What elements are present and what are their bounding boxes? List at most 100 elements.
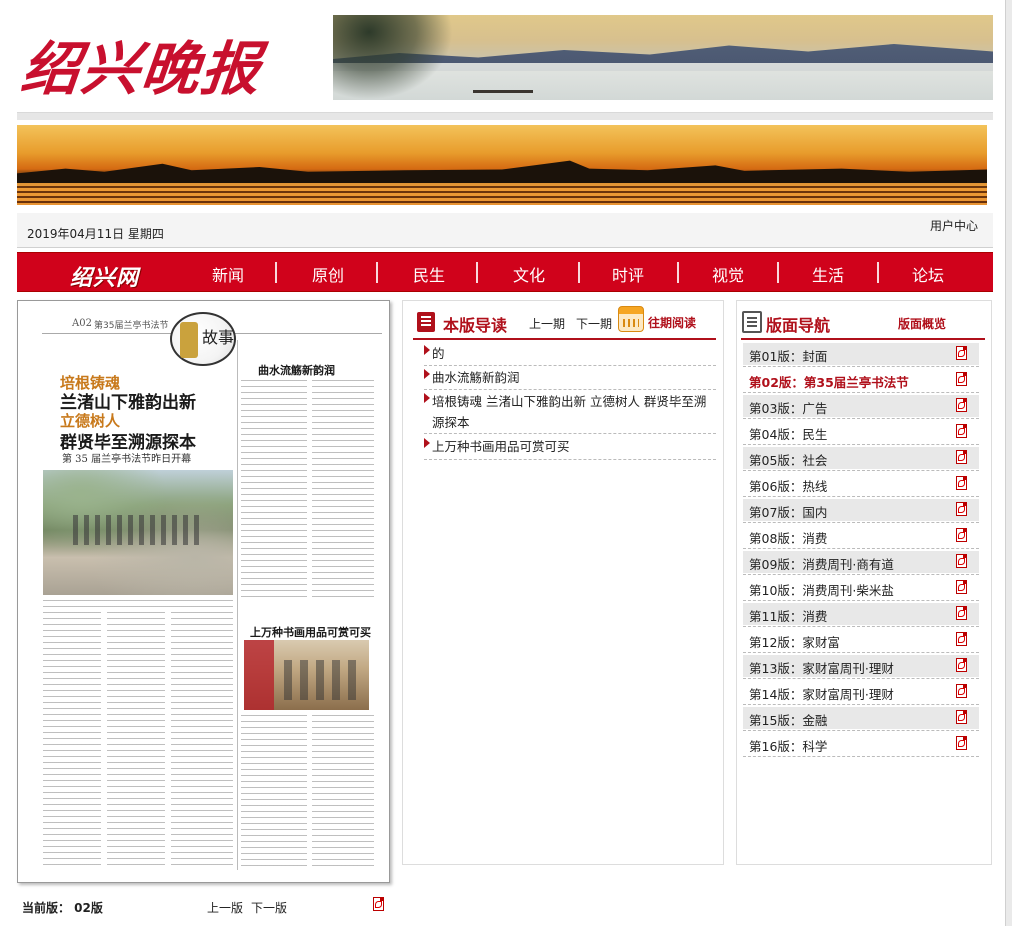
nav-item[interactable]: 视觉: [712, 262, 744, 286]
page-nav-item[interactable]: 第12版：家财富: [743, 629, 979, 651]
header-divider: [17, 112, 993, 120]
paper-column: [43, 612, 101, 870]
page-nav-label[interactable]: 第08版：消费: [749, 528, 827, 547]
page-list-icon: [742, 311, 762, 333]
page-nav-item[interactable]: 第08版：消费: [743, 525, 979, 547]
paper-story2-title: 曲水流觞新韵润: [258, 364, 335, 377]
nav-separator: [476, 262, 478, 283]
user-center-link[interactable]: 用户中心: [930, 217, 978, 234]
guide-article-link[interactable]: 的: [432, 343, 716, 364]
next-issue-link[interactable]: 下一期: [576, 315, 612, 332]
logo-text: 绍兴晚报: [17, 35, 266, 103]
nav-logo[interactable]: 绍兴网: [70, 260, 139, 292]
nav-item[interactable]: 新闻: [212, 262, 244, 286]
page-nav-label[interactable]: 第10版：消费周刊·柴米盐: [749, 580, 894, 599]
page-nav-divider: [743, 678, 979, 679]
nav-item[interactable]: 民生: [413, 262, 445, 286]
guide-article-link[interactable]: 培根铸魂 兰渚山下雅韵出新 立德树人 群贤毕至溯源探本: [432, 391, 716, 433]
page-nav-item[interactable]: 第05版：社会: [743, 447, 979, 469]
page-nav-label[interactable]: 第07版：国内: [749, 502, 827, 521]
pdf-icon[interactable]: [956, 372, 970, 388]
paper-column: [312, 715, 374, 870]
page-nav-item[interactable]: 第06版：热线: [743, 473, 979, 495]
paper-column: [312, 380, 374, 602]
page-nav-divider: [743, 444, 979, 445]
nav-separator: [777, 262, 779, 283]
pdf-icon[interactable]: [956, 554, 970, 570]
pdf-icon[interactable]: [956, 736, 970, 752]
page-nav-item[interactable]: 第11版：消费: [743, 603, 979, 625]
page-nav-item[interactable]: 第16版：科学: [743, 733, 979, 755]
paper-page-number: A02: [72, 318, 92, 329]
pdf-icon[interactable]: [956, 528, 970, 544]
calendar-icon[interactable]: [618, 306, 644, 332]
nav-item[interactable]: 原创: [312, 262, 344, 286]
pdf-icon[interactable]: [956, 606, 970, 622]
page-nav-label[interactable]: 第16版：科学: [749, 736, 827, 755]
paper-column: [107, 612, 165, 870]
arrow-bullet-icon: [424, 369, 430, 379]
page-nav-item[interactable]: 第04版：民生: [743, 421, 979, 443]
page-nav-item[interactable]: 第14版：家财富周刊·理财: [743, 681, 979, 703]
pdf-icon[interactable]: [956, 346, 970, 362]
next-page-link[interactable]: 下一版: [251, 899, 287, 916]
page-nav-label[interactable]: 第15版：金融: [749, 710, 827, 729]
page-nav-item[interactable]: 第01版：封面: [743, 343, 979, 365]
site-logo[interactable]: 绍兴晚报: [18, 14, 322, 104]
page-nav-label[interactable]: 第06版：热线: [749, 476, 827, 495]
page-nav-label[interactable]: 第02版：第35届兰亭书法节: [749, 372, 909, 391]
page-nav-label[interactable]: 第12版：家财富: [749, 632, 840, 651]
page-nav-divider: [743, 470, 979, 471]
nav-separator: [877, 262, 879, 283]
header-banner-sunset: [17, 125, 987, 205]
pdf-icon[interactable]: [956, 658, 970, 674]
page-nav-label[interactable]: 第13版：家财富周刊·理财: [749, 658, 894, 677]
page-nav-label[interactable]: 第01版：封面: [749, 346, 827, 365]
arrow-bullet-icon: [424, 345, 430, 355]
page-nav-divider: [743, 574, 979, 575]
page-nav-divider: [743, 730, 979, 731]
past-issues-link[interactable]: 往期阅读: [648, 314, 696, 331]
pdf-icon[interactable]: [956, 476, 970, 492]
paper-photo-ceremony: [43, 470, 233, 595]
page-nav-item[interactable]: 第10版：消费周刊·柴米盐: [743, 577, 979, 599]
pdf-icon[interactable]: [956, 632, 970, 648]
page-nav-item[interactable]: 第13版：家财富周刊·理财: [743, 655, 979, 677]
page-nav-item[interactable]: 第09版：消费周刊·商有道: [743, 551, 979, 573]
page-frame: 绍兴晚报 2019年04月11日 星期四 用户中心 绍兴网 新闻 原创 民生 文化 时评…: [0, 0, 1012, 926]
article-divider: [424, 365, 716, 366]
nav-item[interactable]: 时评: [612, 262, 644, 286]
scrollbar-track[interactable]: [1005, 0, 1012, 926]
page-nav-label[interactable]: 第03版：广告: [749, 398, 827, 417]
paper-divider: [237, 340, 238, 870]
pdf-icon[interactable]: [956, 710, 970, 726]
paper-section-label: 第35届兰亭书法节: [94, 321, 169, 331]
pdf-icon[interactable]: [956, 398, 970, 414]
page-nav-item[interactable]: 第15版：金融: [743, 707, 979, 729]
paper-subheadline: 第 35 届兰亭书法节昨日开幕: [62, 454, 192, 465]
pdf-icon[interactable]: [373, 897, 387, 913]
pdf-icon[interactable]: [956, 580, 970, 596]
page-nav-label[interactable]: 第09版：消费周刊·商有道: [749, 554, 894, 573]
prev-issue-link[interactable]: 上一期: [529, 315, 565, 332]
paper-column: [241, 380, 307, 602]
page-nav-item[interactable]: 第02版：第35届兰亭书法节: [743, 369, 979, 391]
pdf-icon[interactable]: [956, 450, 970, 466]
page-nav-item[interactable]: 第03版：广告: [743, 395, 979, 417]
page-nav-divider: [743, 392, 979, 393]
guide-article-link[interactable]: 曲水流觞新韵润: [432, 367, 716, 388]
page-nav-item[interactable]: 第07版：国内: [743, 499, 979, 521]
guide-article-link[interactable]: 上万种书画用品可赏可买: [432, 436, 716, 457]
page-nav-label[interactable]: 第11版：消费: [749, 606, 827, 625]
nav-item[interactable]: 论坛: [912, 262, 944, 286]
page-nav-label[interactable]: 第04版：民生: [749, 424, 827, 443]
nav-item[interactable]: 文化: [513, 262, 545, 286]
pdf-icon[interactable]: [956, 684, 970, 700]
pdf-icon[interactable]: [956, 424, 970, 440]
prev-page-link[interactable]: 上一版: [207, 899, 243, 916]
page-nav-label[interactable]: 第05版：社会: [749, 450, 827, 469]
pdf-icon[interactable]: [956, 502, 970, 518]
page-overview-link[interactable]: 版面概览: [898, 315, 946, 332]
page-nav-label[interactable]: 第14版：家财富周刊·理财: [749, 684, 894, 703]
nav-item[interactable]: 生活: [812, 262, 844, 286]
